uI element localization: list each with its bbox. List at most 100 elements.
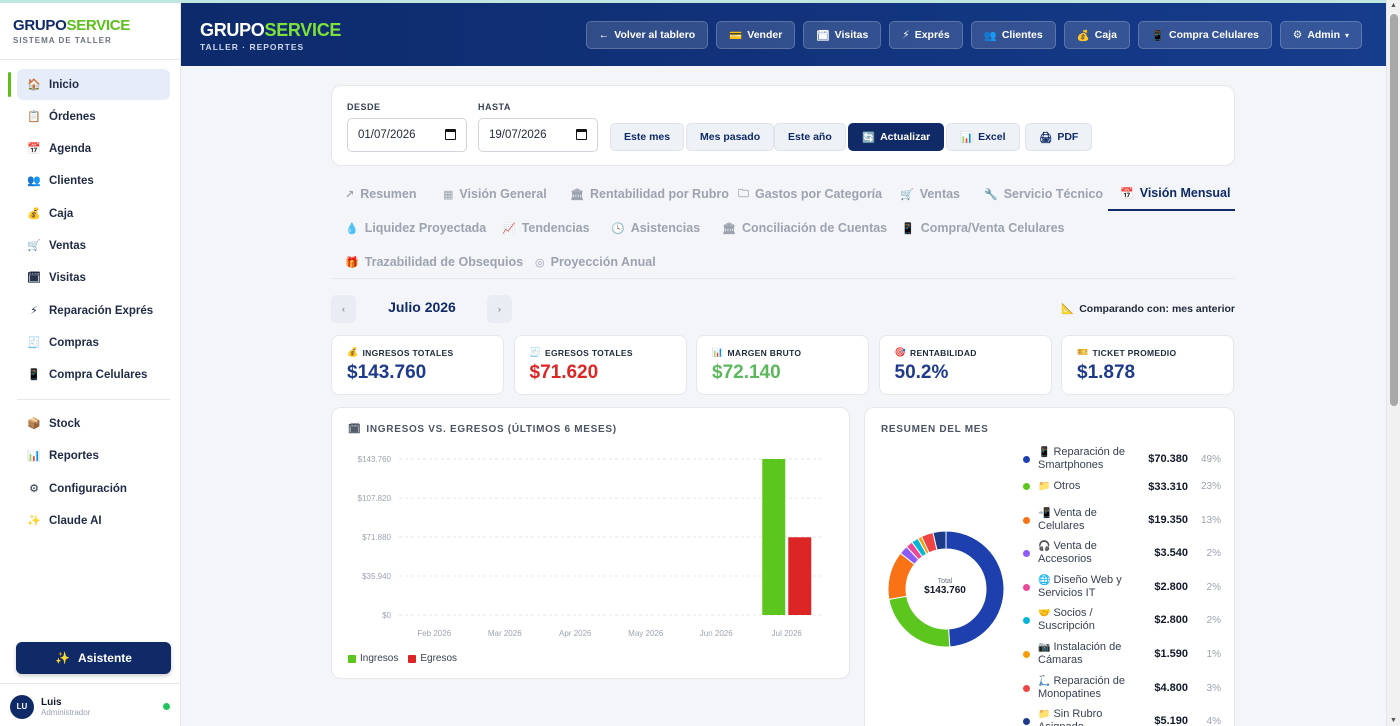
- visitas-button[interactable]: 🗓 Visitas: [803, 21, 882, 49]
- tab-vision-general[interactable]: ▦ Visión General: [437, 177, 553, 211]
- y-tick-label: $71.880: [362, 533, 391, 542]
- sidebar-item-label: Inicio: [49, 78, 80, 91]
- sin-rubro-asignado-icon: 📁: [1038, 709, 1051, 720]
- bar-ingresos-jul-2026[interactable]: [762, 459, 786, 615]
- tab-resumen[interactable]: ↗ Resumen: [339, 177, 423, 211]
- tab-label: Trazabilidad de Obsequios: [364, 255, 524, 269]
- sidebar-item-ordenes[interactable]: 📋 Órdenes: [17, 101, 170, 132]
- tab-liquidez-proyectada[interactable]: 💧 Liquidez Proyectada: [339, 211, 492, 245]
- tab-trazabilidad-de-obsequios[interactable]: 🎁 Trazabilidad de Obsequios: [339, 245, 529, 279]
- kpi-label: 🎯 RENTABILIDAD: [895, 347, 1051, 358]
- avatar: LU: [10, 694, 34, 719]
- este-anio-button[interactable]: Este año: [774, 123, 846, 151]
- summary-row-diseno-web-y-servicios-it[interactable]: 🌐 Diseño Web y Servicios IT $2.800 2%: [1023, 574, 1223, 600]
- tab-ventas[interactable]: 🛒 Ventas: [894, 177, 966, 211]
- header-logo[interactable]: GRUPOSERVICE: [200, 21, 341, 39]
- pdf-export-button[interactable]: 🖨 PDF: [1025, 123, 1093, 151]
- sidebar-item-claude-ai[interactable]: ✨ Claude AI: [17, 506, 170, 537]
- sidebar-item-reparacion-expres[interactable]: ⚡ Reparación Exprés: [17, 295, 170, 326]
- summary-row-label: Reparación de Smartphones: [1038, 446, 1126, 471]
- tab-compra-venta-celulares[interactable]: 📱 Compra/Venta Celulares: [895, 211, 1071, 245]
- trazabilidad-de-obsequios-icon: 🎁: [345, 256, 359, 269]
- sidebar-item-ventas[interactable]: 🛒 Ventas: [17, 230, 170, 261]
- summary-row-value: $2.800: [1154, 614, 1188, 626]
- legend-item-egresos[interactable]: Egresos: [408, 653, 457, 664]
- scrollbar-thumb[interactable]: [1390, 14, 1398, 406]
- page-scrollbar[interactable]: ▲ ▼: [1386, 0, 1400, 726]
- user-profile[interactable]: LU Luis Administrador: [0, 683, 181, 726]
- sidebar-item-configuracion[interactable]: ⚙ Configuración: [17, 473, 170, 504]
- este-mes-button[interactable]: Este mes: [610, 123, 685, 151]
- excel-export-button[interactable]: 📊 Excel: [946, 123, 1020, 151]
- expres-button[interactable]: ⚡ Exprés: [889, 21, 963, 49]
- sidebar-item-clientes[interactable]: 👥 Clientes: [17, 166, 170, 197]
- summary-row-otros[interactable]: 📁 Otros $33.310 23%: [1023, 480, 1223, 493]
- scroll-up-arrow-icon[interactable]: ▲: [1390, 2, 1397, 9]
- sidebar-item-stock[interactable]: 📦 Stock: [17, 409, 170, 440]
- kpi-label: 💰 INGRESOS TOTALES: [347, 347, 503, 358]
- sidebar-item-agenda[interactable]: 📅 Agenda: [17, 134, 170, 165]
- tab-label: Liquidez Proyectada: [364, 221, 487, 235]
- sidebar-item-label: Reportes: [49, 450, 99, 463]
- previous-month-button[interactable]: ‹: [331, 295, 356, 323]
- summary-row-sin-rubro-asignado[interactable]: 📁Sin Rubro Asignado $5.190 4%: [1023, 708, 1223, 726]
- tab-servicio-tecnico[interactable]: 🔧 Servicio Técnico: [978, 177, 1109, 211]
- x-tick-label: Feb 2026: [417, 629, 451, 638]
- tab-conciliacion-de-cuentas[interactable]: 🏛 Conciliación de Cuentas: [716, 211, 893, 245]
- sidebar-item-reportes[interactable]: 📊 Reportes: [17, 441, 170, 472]
- sidebar-item-inicio[interactable]: 🏠 Inicio: [8, 69, 170, 100]
- excel-label: Excel: [978, 131, 1006, 143]
- y-tick-label: $35.940: [362, 572, 391, 581]
- kpi-label: 📊 MARGEN BRUTO: [712, 347, 868, 358]
- sidebar-item-compra-celulares[interactable]: 📱 Compra Celulares: [17, 360, 170, 391]
- header-button-label: Admin: [1307, 29, 1340, 41]
- tab-tendencias[interactable]: 📈 Tendencias: [496, 211, 596, 245]
- header-brand: GRUPOSERVICE TALLER · REPORTES: [200, 21, 341, 52]
- sidebar-item-caja[interactable]: 💰 Caja: [17, 198, 170, 229]
- tab-gastos-por-categoria[interactable]: 🗀 Gastos por Categoría: [732, 177, 888, 211]
- sidebar-item-label: Claude AI: [49, 515, 102, 528]
- admin-button[interactable]: ⚙ Admin ▾: [1279, 21, 1362, 49]
- legend-dot: [1023, 455, 1030, 463]
- tab-vision-mensual[interactable]: 📅 Visión Mensual: [1108, 177, 1235, 211]
- legend-item-ingresos[interactable]: Ingresos: [348, 653, 398, 664]
- donut-slice-otros[interactable]: [888, 595, 951, 648]
- caja-button[interactable]: 💰 Caja: [1063, 21, 1130, 49]
- summary-row-percent: 49%: [1200, 453, 1221, 465]
- tab-rentabilidad-por-rubro[interactable]: 🏛 Rentabilidad por Rubro: [564, 177, 735, 211]
- compra-celulares-button[interactable]: 📱 Compra Celulares: [1137, 21, 1272, 49]
- summary-row-reparacion-de-monopatines[interactable]: 🛴 Reparación de Monopatines $4.800 3%: [1023, 675, 1223, 701]
- summary-row-reparacion-de-smartphones[interactable]: 📱 Reparación de Smartphones $70.380 49%: [1023, 446, 1223, 472]
- summary-row-instalacion-de-camaras[interactable]: 📷 Instalación de Cámaras $1.590 1%: [1023, 641, 1223, 667]
- sidebar-item-visitas[interactable]: 🗓 Visitas: [17, 263, 170, 294]
- sidebar-item-compras[interactable]: 🧾 Compras: [17, 327, 170, 358]
- summary-row-name: 📲 Venta de Celulares: [1038, 507, 1133, 533]
- volver-al-tablero-button[interactable]: ← Volver al tablero: [585, 21, 709, 49]
- summary-row-percent: 4%: [1206, 715, 1221, 726]
- top-header: GRUPOSERVICE TALLER · REPORTES ← Volver a…: [181, 0, 1386, 66]
- tab-proyeccion-anual[interactable]: ◎ Proyección Anual: [529, 245, 662, 279]
- summary-row-percent: 2%: [1206, 547, 1221, 559]
- summary-row-venta-de-accesorios[interactable]: 🎧 Venta de Accesorios $3.540 2%: [1023, 540, 1223, 566]
- calendar-icon[interactable]: [576, 129, 587, 140]
- assistant-button[interactable]: ✨ Asistente: [16, 642, 171, 674]
- actualizar-button[interactable]: 🔄 Actualizar: [848, 123, 945, 151]
- next-month-button[interactable]: ›: [487, 295, 512, 323]
- sidebar-logo[interactable]: GRUPOSERVICE: [13, 18, 180, 34]
- mes-pasado-button[interactable]: Mes pasado: [686, 123, 775, 151]
- summary-row-name: 📁Sin Rubro Asignado: [1038, 708, 1133, 726]
- summary-row-socios-suscripcion[interactable]: 🤝 Socios / Suscripción $2.800 2%: [1023, 607, 1223, 633]
- hasta-date-input[interactable]: 19/07/2026: [478, 118, 598, 152]
- y-tick-label: $107.820: [358, 494, 392, 503]
- summary-row-venta-de-celulares[interactable]: 📲 Venta de Celulares $19.350 13%: [1023, 507, 1223, 533]
- clientes-button[interactable]: 👥 Clientes: [970, 21, 1056, 49]
- vender-button[interactable]: 💳 Vender: [716, 21, 796, 49]
- kpi-label: 🧾 EGRESOS TOTALES: [530, 347, 686, 358]
- calendar-icon[interactable]: [445, 129, 456, 140]
- bar-egresos-jul-2026[interactable]: [788, 537, 812, 615]
- caja-icon: 💰: [27, 207, 41, 220]
- scroll-down-arrow-icon[interactable]: ▼: [1390, 717, 1397, 724]
- tab-asistencias[interactable]: 🕓 Asistencias: [605, 211, 706, 245]
- tab-label: Ventas: [919, 187, 961, 201]
- desde-date-input[interactable]: 01/07/2026: [347, 118, 467, 152]
